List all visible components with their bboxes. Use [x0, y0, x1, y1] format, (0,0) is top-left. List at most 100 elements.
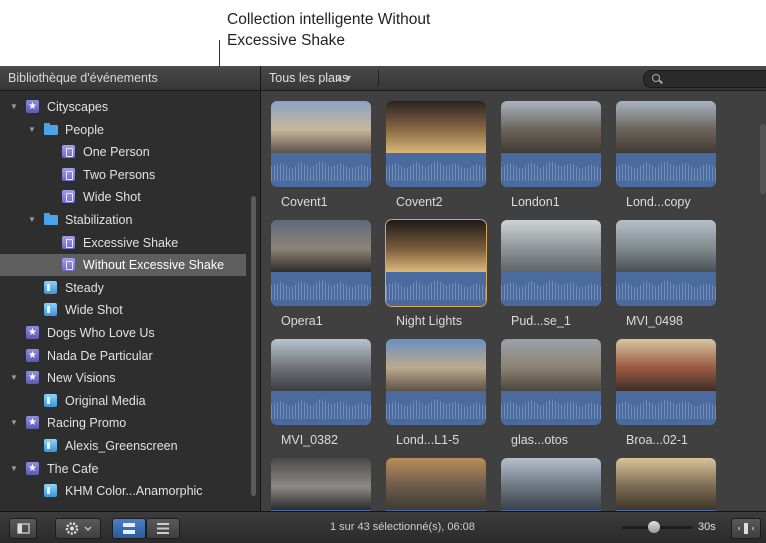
search-icon [652, 74, 660, 82]
clip-frame-image [501, 101, 601, 153]
clip-filmstrip[interactable] [616, 220, 716, 306]
smart-collection-icon [62, 235, 75, 249]
clip-filmstrip[interactable] [271, 458, 371, 511]
clip-frame-image [501, 458, 601, 510]
sidebar-scroll-thumb[interactable] [251, 196, 256, 496]
sidebar-item-label: One Person [83, 145, 150, 160]
sidebar-item-steady[interactable]: Steady [0, 277, 246, 299]
disclosure-triangle-icon[interactable]: ▼ [10, 412, 18, 434]
browser-header: Tous les plans ▲▼ [261, 66, 766, 91]
sidebar-item-label: Racing Promo [47, 416, 127, 431]
clip-name: Covent1 [281, 195, 328, 209]
clip-frame-image [501, 339, 601, 391]
action-menu-button[interactable] [55, 518, 101, 539]
audio-waveform [616, 153, 716, 187]
sidebar-item-wide-shot[interactable]: Wide Shot [0, 186, 246, 208]
clip-name: MVI_0382 [281, 433, 338, 447]
clip-frame-image [271, 220, 371, 272]
sidebar-item-dogs-who-love-us[interactable]: ★ Dogs Who Love Us [0, 322, 246, 344]
sidebar-item-one-person[interactable]: One Person [0, 141, 246, 163]
browser-scroll-thumb[interactable] [760, 124, 766, 194]
clip-filmstrip[interactable] [271, 339, 371, 425]
header-divider [378, 70, 379, 86]
sidebar-item-racing-promo[interactable]: ▼ ★ Racing Promo [0, 412, 246, 434]
clip-name: Lond...L1-5 [396, 433, 460, 447]
sidebar-item-label: Original Media [65, 393, 146, 408]
clip-filmstrip[interactable] [616, 339, 716, 425]
search-field[interactable] [643, 70, 766, 88]
clip-filmstrip[interactable] [271, 220, 371, 306]
list-view-button[interactable] [146, 518, 180, 539]
clip-name: Lond...copy [626, 195, 691, 209]
sidebar-item-nada-de-particular[interactable]: ★ Nada De Particular [0, 345, 246, 367]
sidebar-item-two-persons[interactable]: Two Persons [0, 164, 246, 186]
sidebar-item-label: People [65, 122, 104, 137]
sidebar-item-original-media[interactable]: Original Media [0, 390, 246, 412]
sidebar-item-new-visions[interactable]: ▼ ★ New Visions [0, 367, 246, 389]
clip-filmstrip[interactable] [271, 101, 371, 187]
keyword-collection-icon [44, 280, 57, 294]
disclosure-triangle-icon[interactable]: ▼ [10, 458, 18, 480]
audio-waveform [271, 153, 371, 187]
clip-frame-image [386, 339, 486, 391]
smart-collection-icon [62, 258, 75, 272]
clip-filmstrip[interactable] [386, 220, 486, 306]
sidebar-item-khm-color-anamorphic[interactable]: KHM Color...Anamorphic [0, 480, 246, 502]
sidebar-item-label: Nada De Particular [47, 348, 153, 363]
disclosure-triangle-icon[interactable]: ▼ [10, 367, 18, 389]
sidebar-item-excessive-shake[interactable]: Excessive Shake [0, 232, 246, 254]
sidebar-item-alexis-greenscreen[interactable]: Alexis_Greenscreen [0, 435, 246, 457]
folder-icon [44, 122, 58, 136]
sidebar-item-without-excessive-shake[interactable]: Without Excessive Shake [0, 254, 246, 277]
clip-filmstrip[interactable] [616, 458, 716, 511]
sidebar-item-wide-shot[interactable]: Wide Shot [0, 299, 246, 321]
clip-filmstrip[interactable] [501, 339, 601, 425]
clip-filmstrip[interactable] [501, 458, 601, 511]
sidebar-item-label: Wide Shot [83, 190, 141, 205]
selection-status: 1 sur 43 sélectionné(s), 06:08 [330, 521, 475, 533]
show-hide-library-button[interactable] [9, 518, 37, 539]
clip-zoom-slider-knob[interactable] [648, 521, 660, 533]
audio-waveform [501, 272, 601, 306]
star-event-icon: ★ [26, 326, 39, 339]
popup-arrows-icon[interactable]: ▲▼ [335, 66, 353, 90]
sidebar-item-the-cafe[interactable]: ▼ ★ The Cafe [0, 458, 246, 480]
clip-filmstrip[interactable] [386, 458, 486, 511]
disclosure-triangle-icon[interactable]: ▼ [28, 119, 36, 141]
sidebar-item-people[interactable]: ▼ People [0, 119, 246, 141]
clip-duration-label: 30s [698, 521, 716, 533]
clip-frame-image [616, 339, 716, 391]
clip-name: Opera1 [281, 314, 323, 328]
clip-filmstrip[interactable] [386, 101, 486, 187]
clip-frame-image [501, 220, 601, 272]
keyword-collection-icon [44, 303, 57, 317]
audio-waveform [501, 153, 601, 187]
audio-waveform [616, 272, 716, 306]
sidebar-item-cityscapes[interactable]: ▼ ★ Cityscapes [0, 96, 246, 118]
filmstrip-icon [123, 523, 135, 534]
clip-filmstrip[interactable] [386, 339, 486, 425]
keyword-collection-icon [44, 439, 57, 452]
audio-waveform [386, 153, 486, 187]
smart-collection-icon [62, 167, 75, 181]
callout-label: Collection intelligente Without Excessiv… [227, 9, 527, 51]
sidebar-item-stabilization[interactable]: ▼ Stabilization [0, 209, 246, 231]
sidebar-toggle-icon [17, 523, 30, 534]
clip-filmstrip[interactable] [501, 101, 601, 187]
filmstrip-view-button[interactable] [112, 518, 146, 539]
callout-line-2: Excessive Shake [227, 32, 346, 49]
clip-frame-image [616, 220, 716, 272]
clip-frame-image [386, 101, 486, 153]
sidebar-item-label: KHM Color...Anamorphic [65, 484, 203, 499]
audio-waveform [271, 391, 371, 425]
clip-filmstrip[interactable] [501, 220, 601, 306]
sidebar-item-label: Cityscapes [47, 100, 109, 114]
clip-filmstrip[interactable] [616, 101, 716, 187]
clip-name: London1 [511, 195, 560, 209]
app-window: Bibliothèque d'événements ▼ ★ Cityscapes ▼ P… [0, 66, 766, 543]
disclosure-triangle-icon[interactable]: ▼ [10, 96, 18, 118]
clip-appearance-button[interactable] [731, 518, 761, 539]
clip-frame-image [616, 101, 716, 153]
disclosure-triangle-icon[interactable]: ▼ [28, 209, 36, 231]
clip-frame-image [616, 458, 716, 510]
